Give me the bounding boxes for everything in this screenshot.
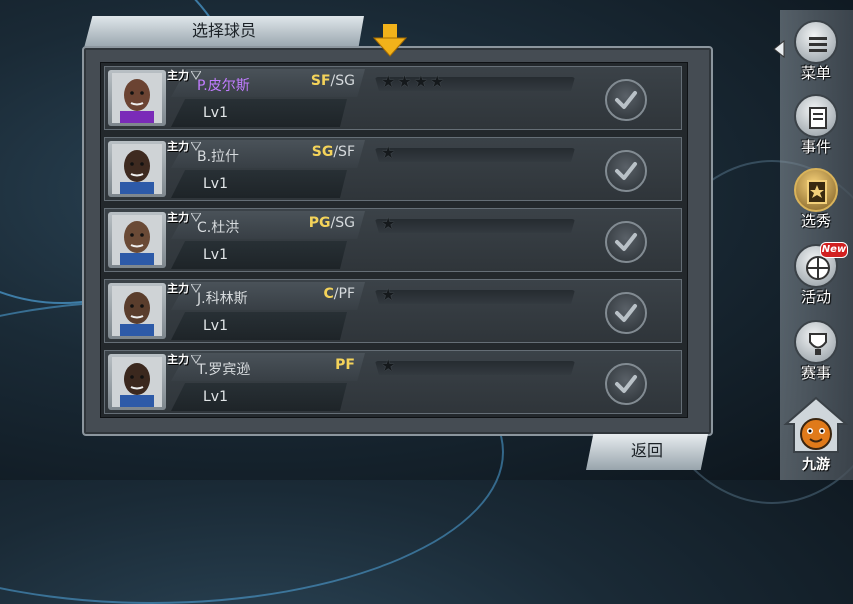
starter-badge: 主力 xyxy=(167,140,189,153)
player-row[interactable]: 主力 C.杜洪 PG/SG Lv1 ★ xyxy=(104,208,682,272)
starter-badge: 主力 xyxy=(167,353,189,366)
sidebar-item-tournament[interactable]: 赛事 xyxy=(788,318,844,384)
star-rating: ★★★★ xyxy=(381,72,447,91)
star-rating-track xyxy=(375,361,575,375)
event-icon xyxy=(794,94,838,138)
position-primary: PG xyxy=(308,215,331,231)
player-position: SF/SG xyxy=(283,73,355,89)
level-plate xyxy=(171,99,347,127)
sidebar-item-activity[interactable]: New 活动 xyxy=(788,242,848,308)
draft-icon xyxy=(794,168,838,212)
sidebar-item-label: 赛事 xyxy=(800,364,831,382)
player-face-icon xyxy=(112,73,162,123)
player-name: J.科林斯 xyxy=(197,291,248,307)
sidebar-item-label: 事件 xyxy=(800,138,831,156)
sidebar-item-event[interactable]: 事件 xyxy=(788,92,844,158)
star-rating-track xyxy=(375,219,575,233)
star-rating-track xyxy=(375,148,575,162)
home-icon xyxy=(783,396,849,453)
starter-badge: 主力 xyxy=(167,69,189,82)
star-rating: ★ xyxy=(381,143,398,162)
player-avatar xyxy=(108,141,166,197)
menu-icon xyxy=(794,20,838,64)
checkmark-icon xyxy=(615,375,637,393)
player-name: T.罗宾逊 xyxy=(197,362,251,378)
player-face-icon xyxy=(112,357,162,407)
sidebar-item-draft[interactable]: 选秀 xyxy=(788,166,844,232)
checkmark-icon xyxy=(615,304,637,322)
player-position: PF xyxy=(283,357,355,373)
new-badge: New xyxy=(820,242,848,258)
home-button[interactable]: 九游 xyxy=(782,394,850,478)
level-plate xyxy=(171,312,347,340)
home-label: 九游 xyxy=(802,457,830,473)
select-check-button[interactable] xyxy=(605,292,647,334)
player-name: P.皮尔斯 xyxy=(197,78,250,94)
player-avatar xyxy=(108,354,166,410)
position-primary: SG xyxy=(311,144,334,160)
star-rating: ★ xyxy=(381,285,398,304)
panel-title: 选择球员 xyxy=(191,21,256,40)
position-primary: PF xyxy=(335,357,355,373)
player-row[interactable]: 主力 P.皮尔斯 SF/SG Lv1 ★★★★ xyxy=(104,66,682,130)
level-plate xyxy=(171,383,347,411)
sidebar-item-label: 菜单 xyxy=(800,64,831,82)
back-button-label: 返回 xyxy=(630,441,663,460)
player-name: C.杜洪 xyxy=(197,220,240,236)
player-row[interactable]: 主力 T.罗宾逊 PF Lv1 ★ xyxy=(104,350,682,414)
star-rating: ★ xyxy=(381,214,398,233)
player-face-icon xyxy=(112,215,162,265)
player-level: Lv1 xyxy=(203,389,228,405)
position-secondary: /SF xyxy=(333,144,355,160)
sidebar-item-label: 选秀 xyxy=(800,212,831,230)
panel-tab: 选择球员 xyxy=(84,16,364,48)
player-row[interactable]: 主力 J.科林斯 C/PF Lv1 ★ xyxy=(104,279,682,343)
sidebar-item-menu[interactable]: 菜单 xyxy=(788,18,844,84)
player-avatar xyxy=(108,212,166,268)
level-plate xyxy=(171,170,347,198)
position-secondary: /PF xyxy=(333,286,355,302)
player-position: PG/SG xyxy=(283,215,355,231)
player-face-icon xyxy=(112,144,162,194)
position-primary: C xyxy=(323,286,334,302)
player-position: C/PF xyxy=(283,286,356,302)
player-position: SG/SF xyxy=(283,144,355,160)
player-name: B.拉什 xyxy=(197,149,240,165)
select-check-button[interactable] xyxy=(605,79,647,121)
player-row[interactable]: 主力 B.拉什 SG/SF Lv1 ★ xyxy=(104,137,682,201)
position-secondary: /SG xyxy=(330,215,355,231)
select-check-button[interactable] xyxy=(605,150,647,192)
player-level: Lv1 xyxy=(203,176,228,192)
position-primary: SF xyxy=(310,73,331,89)
tournament-icon xyxy=(794,320,838,364)
starter-badge: 主力 xyxy=(167,211,189,224)
starter-badge: 主力 xyxy=(167,282,189,295)
player-level: Lv1 xyxy=(203,247,228,263)
level-plate xyxy=(171,241,347,269)
star-rating: ★ xyxy=(381,356,398,375)
player-face-icon xyxy=(112,286,162,336)
down-arrow-icon xyxy=(372,24,408,57)
player-avatar xyxy=(108,70,166,126)
player-level: Lv1 xyxy=(203,105,228,121)
checkmark-icon xyxy=(615,91,637,109)
player-level: Lv1 xyxy=(203,318,228,334)
checkmark-icon xyxy=(615,162,637,180)
position-secondary: /SG xyxy=(330,73,355,89)
player-avatar xyxy=(108,283,166,339)
select-check-button[interactable] xyxy=(605,221,647,263)
star-rating-track xyxy=(375,290,575,304)
checkmark-icon xyxy=(615,233,637,251)
sidebar-item-label: 活动 xyxy=(800,288,831,306)
sidebar-collapse-arrow-icon[interactable] xyxy=(772,40,786,58)
select-check-button[interactable] xyxy=(605,363,647,405)
